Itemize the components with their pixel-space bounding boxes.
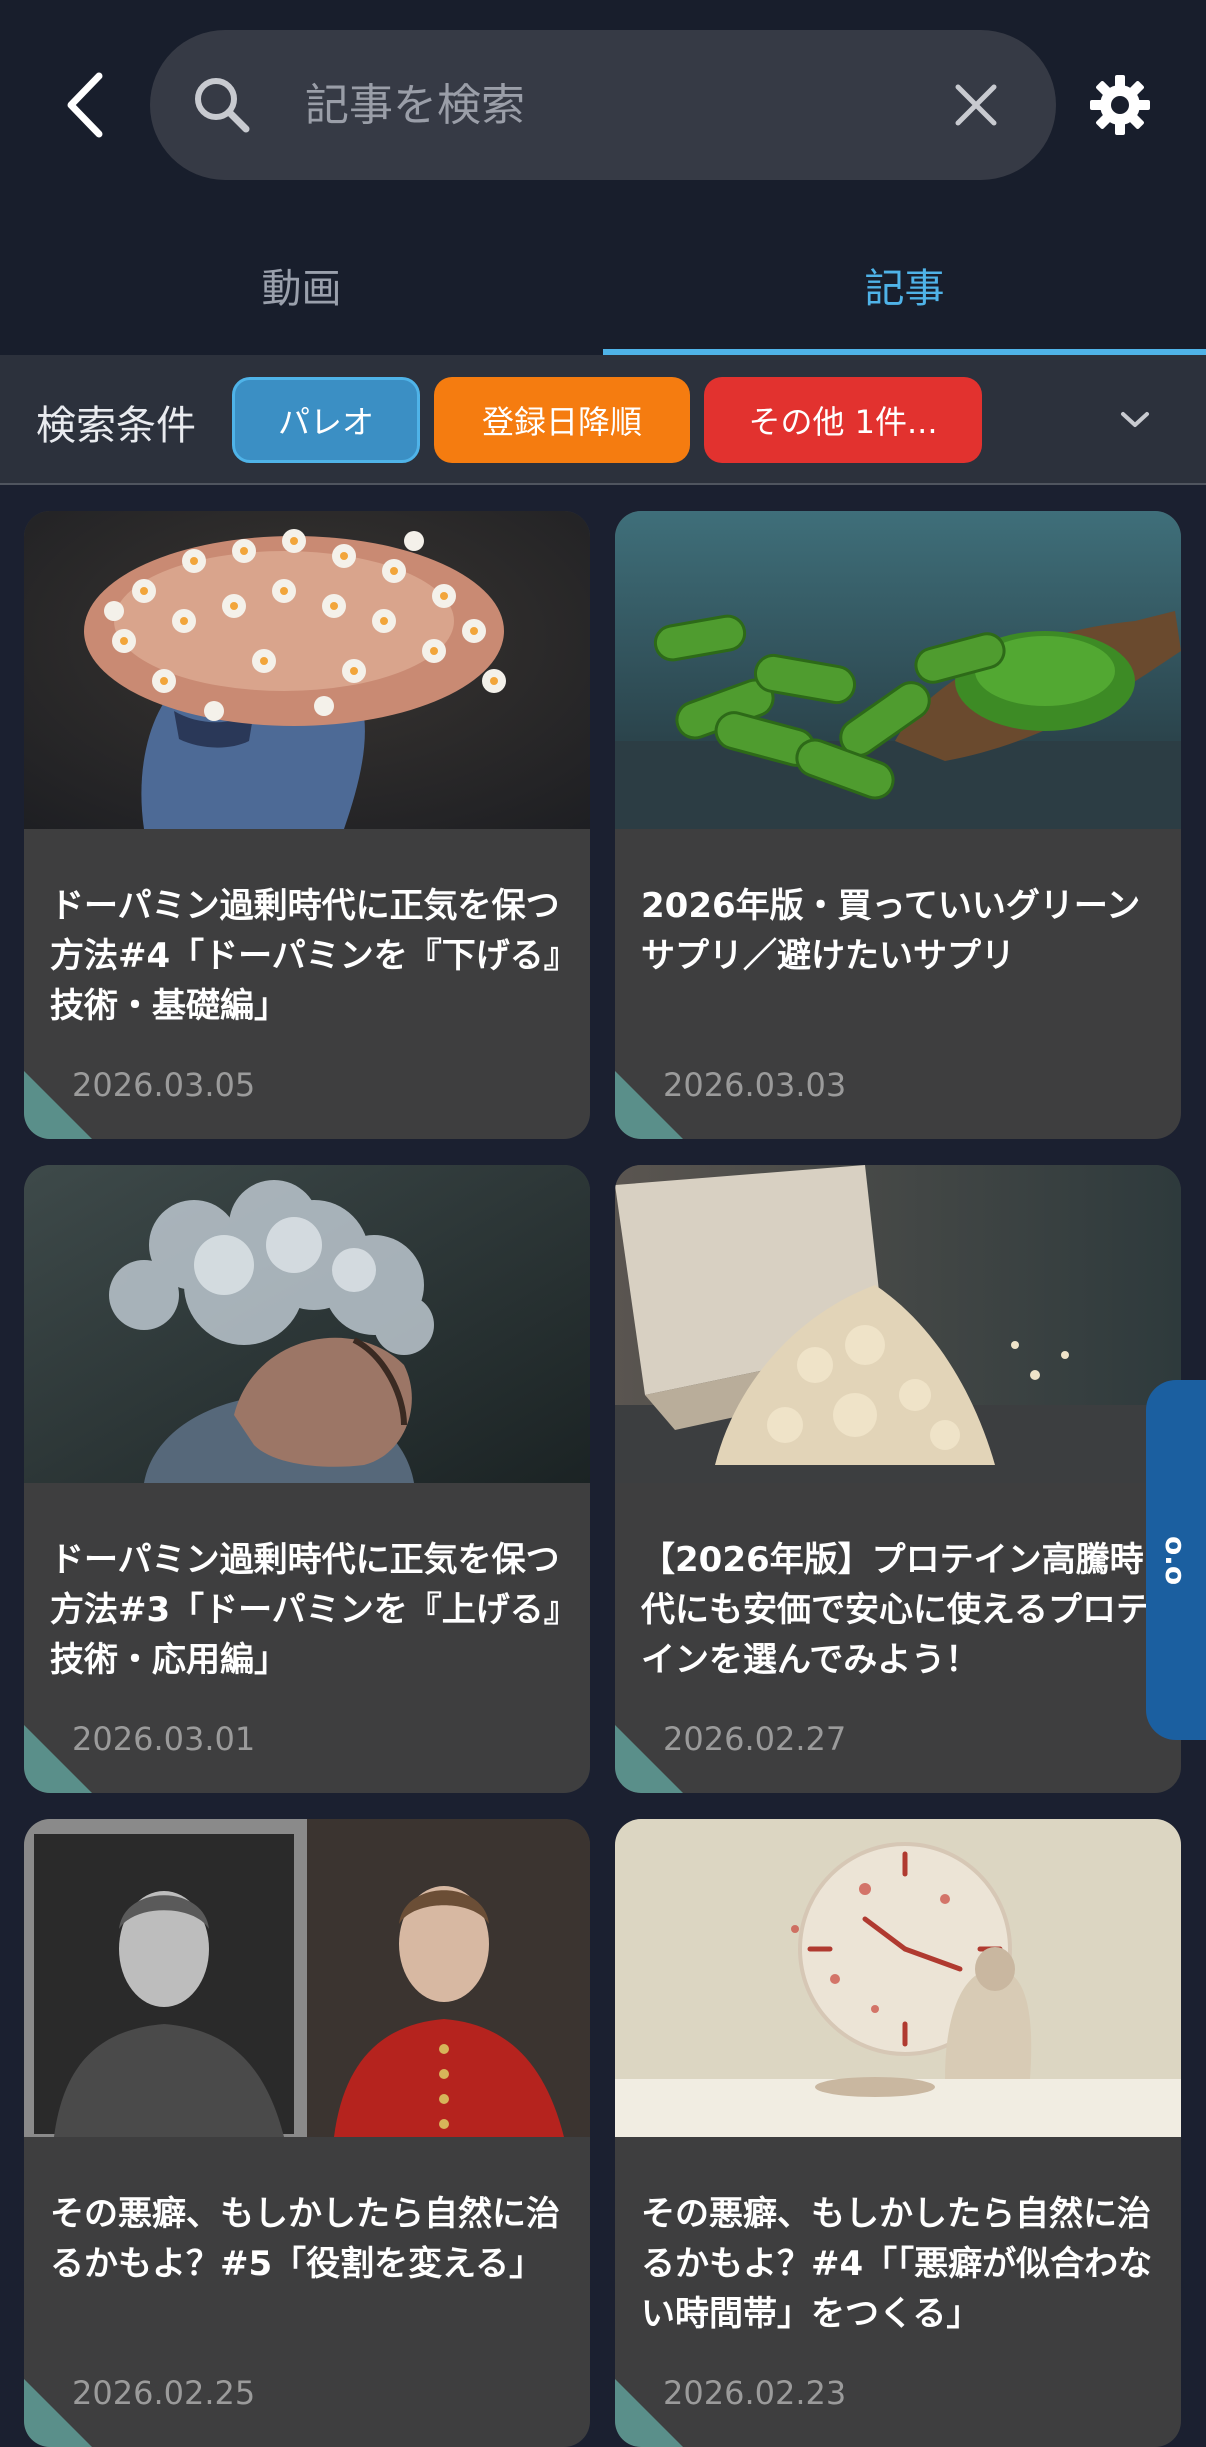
article-thumbnail [615,1819,1181,2137]
tab-video[interactable]: 動画 [0,215,603,355]
side-tab-label: o.o [1159,1535,1193,1585]
article-card[interactable]: 2026年版・買っていいグリーンサプリ／避けたいサプリ 2026.03.03 [615,511,1181,1139]
corner-accent [24,1071,96,1139]
article-card[interactable]: その悪癖、もしかしたら自然に治るかもよ？#4「「悪癖が似合わない時間帯」をつくる… [615,1819,1181,2447]
back-button[interactable] [50,65,120,145]
article-card[interactable]: その悪癖、もしかしたら自然に治るかもよ？#5「役割を変える」 2026.02.2… [24,1819,590,2447]
tab-bar: 動画 記事 [0,215,1206,355]
article-thumbnail [615,1165,1181,1483]
filter-chip-sort[interactable]: 登録日降順 [434,377,690,463]
article-card[interactable]: 【2026年版】プロテイン高騰時代にも安価で安心に使えるプロテインを選んでみよう… [615,1165,1181,1793]
tab-article[interactable]: 記事 [603,215,1206,355]
article-title: 2026年版・買っていいグリーンサプリ／避けたいサプリ [641,886,1141,976]
chevron-down-icon [1121,412,1149,427]
article-date: 2026.02.23 [663,2374,847,2412]
corner-accent [615,1071,687,1139]
article-date: 2026.03.01 [72,1720,256,1758]
corner-accent [615,1725,687,1793]
top-bar [0,0,1206,215]
article-title: ドーパミン過剰時代に正気を保つ方法#3「ドーパミンを『上げる』技術・応用編」 [50,1540,561,1680]
article-title: ドーパミン過剰時代に正気を保つ方法#4「ドーパミンを『下げる』技術・基礎編」 [50,886,561,1026]
filter-label: 検索条件 [36,403,196,449]
chevron-left-icon [67,72,103,138]
clear-search-button[interactable] [946,75,1006,135]
expand-filters-button[interactable] [1110,395,1160,445]
article-card[interactable]: ドーパミン過剰時代に正気を保つ方法#3「ドーパミンを『上げる』技術・応用編」 2… [24,1165,590,1793]
article-title: 【2026年版】プロテイン高騰時代にも安価で安心に使えるプロテインを選んでみよう… [641,1540,1150,1680]
article-grid: ドーパミン過剰時代に正気を保つ方法#4「ドーパミンを『下げる』技術・基礎編」 2… [0,485,1206,2447]
corner-accent [24,2379,96,2447]
settings-button[interactable] [1080,65,1160,145]
article-date: 2026.02.27 [663,1720,847,1758]
article-date: 2026.02.25 [72,2374,256,2412]
search-input[interactable] [305,70,865,140]
article-thumbnail [615,511,1181,829]
corner-accent [24,1725,96,1793]
search-box[interactable] [150,30,1056,180]
close-icon [955,84,997,126]
article-date: 2026.03.03 [663,1066,847,1104]
filter-chip-other[interactable]: その他 1件... [704,377,982,463]
search-icon [195,78,250,133]
article-thumbnail [24,1819,590,2137]
article-date: 2026.03.05 [72,1066,256,1104]
article-title: その悪癖、もしかしたら自然に治るかもよ？#5「役割を変える」 [50,2194,560,2284]
floating-side-tab[interactable]: o.o [1146,1380,1206,1740]
gear-icon [1090,75,1150,135]
filter-bar: 検索条件 パレオ 登録日降順 その他 1件... [0,355,1206,485]
corner-accent [615,2379,687,2447]
article-title: その悪癖、もしかしたら自然に治るかもよ？#4「「悪癖が似合わない時間帯」をつくる… [641,2194,1153,2334]
article-card[interactable]: ドーパミン過剰時代に正気を保つ方法#4「ドーパミンを『下げる』技術・基礎編」 2… [24,511,590,1139]
article-thumbnail [24,511,590,829]
article-thumbnail [24,1165,590,1483]
filter-chip-paleo[interactable]: パレオ [232,377,420,463]
